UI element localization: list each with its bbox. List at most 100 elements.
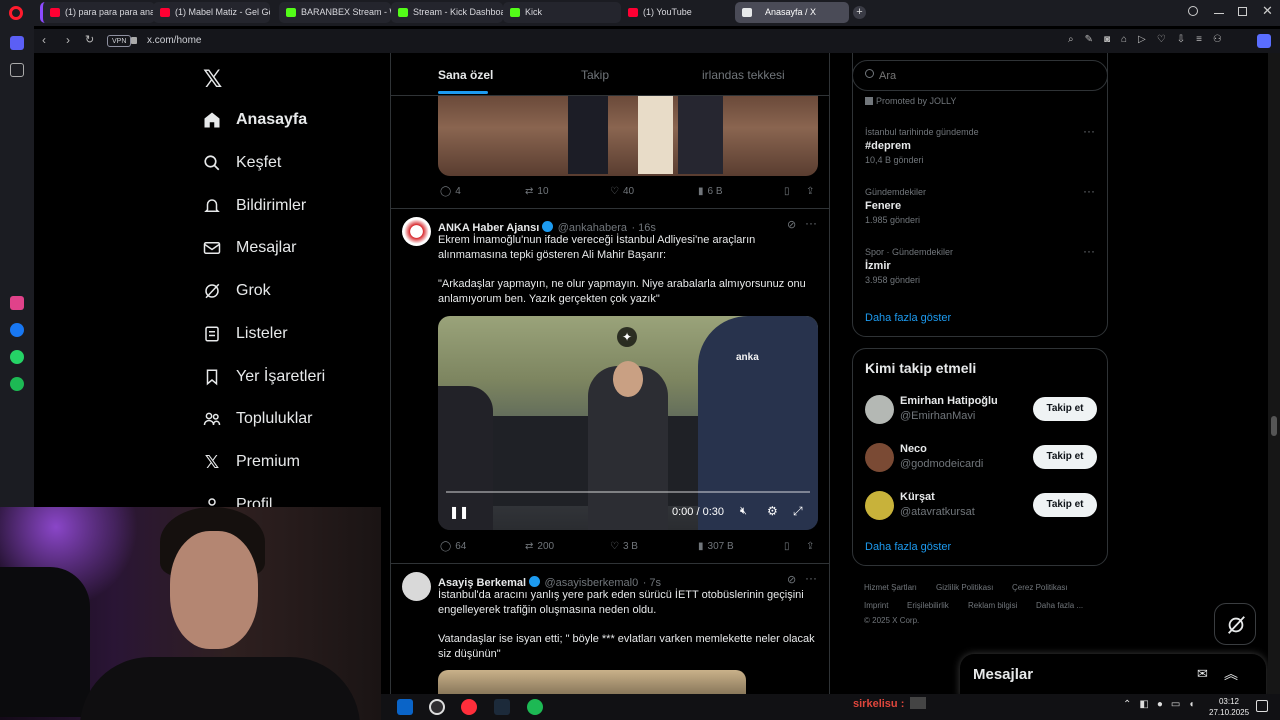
- star-icon[interactable]: [10, 63, 24, 77]
- tab-search-icon[interactable]: [1188, 6, 1198, 16]
- mute-icon[interactable]: 🔇︎: [740, 505, 747, 518]
- footer-link[interactable]: Reklam bilgisi: [968, 601, 1017, 610]
- follow-button[interactable]: Takip et: [1033, 493, 1097, 517]
- follow-suggestion[interactable]: Neco @godmodeicardi Takip et: [853, 441, 1107, 477]
- tab-following[interactable]: Takip: [581, 68, 609, 82]
- maximize-button[interactable]: [1238, 7, 1247, 16]
- home-icon[interactable]: [10, 36, 24, 50]
- grok-icon[interactable]: ⊘: [787, 573, 796, 586]
- show-more-follow-link[interactable]: Daha fazla göster: [865, 541, 951, 553]
- new-message-icon[interactable]: ✉: [1197, 666, 1208, 682]
- aria-icon[interactable]: [10, 296, 24, 310]
- opera-logo-icon[interactable]: [9, 6, 23, 20]
- minimize-button[interactable]: [1214, 13, 1224, 14]
- extensions-icon[interactable]: [1257, 34, 1271, 48]
- footer-link[interactable]: Imprint: [864, 601, 888, 610]
- follow-button[interactable]: Takip et: [1033, 445, 1097, 469]
- grok-floating-button[interactable]: [1214, 603, 1256, 645]
- retweet-button[interactable]: ⇄ 10: [525, 186, 549, 197]
- nav-home[interactable]: Anasayfa: [202, 105, 307, 135]
- tab-for-you[interactable]: Sana özel: [438, 68, 493, 82]
- spotify-icon[interactable]: [10, 377, 24, 391]
- avatar[interactable]: [402, 217, 431, 246]
- browser-tab[interactable]: Stream - Kick Dashboard: [391, 2, 503, 23]
- clock[interactable]: 03:12 27.10.2025: [1209, 696, 1249, 718]
- scrollbar-thumb[interactable]: [1271, 416, 1277, 436]
- trend-item[interactable]: Gündemdekiler Fenere 1.985 gönderi: [865, 187, 1095, 225]
- grok-icon[interactable]: ⊘: [787, 218, 796, 231]
- reply-button[interactable]: ◯ 4: [440, 186, 461, 197]
- fullscreen-icon[interactable]: ⤢: [793, 504, 803, 519]
- bookmark-button[interactable]: ▯: [784, 541, 790, 552]
- nav-explore[interactable]: Keşfet: [202, 148, 281, 178]
- bookmark-button[interactable]: ▯: [784, 186, 790, 197]
- reply-button[interactable]: ◯ 64: [440, 541, 466, 552]
- vpn-badge[interactable]: VPN: [107, 35, 132, 47]
- tweet-image[interactable]: [438, 670, 746, 694]
- obs-icon[interactable]: [429, 699, 445, 715]
- notification-icon[interactable]: [1256, 700, 1268, 712]
- retweet-button[interactable]: ⇄ 200: [525, 541, 554, 552]
- tab-community[interactable]: irlandas tekkesi: [702, 68, 785, 82]
- nav-notifications[interactable]: Bildirimler: [202, 191, 306, 221]
- trend-item[interactable]: İstanbul tarihinde gündemde #deprem 10,4…: [865, 127, 1095, 165]
- nav-communities[interactable]: Topluluklar: [202, 404, 312, 434]
- share-button[interactable]: ⇪: [806, 186, 814, 197]
- more-icon[interactable]: ···: [1083, 244, 1095, 258]
- footer-link[interactable]: Gizlilik Politikası: [936, 583, 993, 592]
- nav-lists[interactable]: Listeler: [202, 319, 288, 349]
- more-icon[interactable]: ···: [805, 216, 817, 230]
- follow-suggestion[interactable]: Kürşat @atavratkursat Takip et: [853, 489, 1107, 525]
- grok-explain-icon[interactable]: ✦: [617, 327, 637, 347]
- like-button[interactable]: ♡ 40: [610, 186, 634, 197]
- like-button[interactable]: ♡ 3 B: [610, 541, 638, 552]
- spotify-icon[interactable]: [527, 699, 543, 715]
- system-tray-icons[interactable]: ⌃◧●▭◖: [1123, 699, 1202, 710]
- nav-messages[interactable]: Mesajlar: [202, 233, 296, 263]
- browser-tab[interactable]: (1) para para para anatolia: [40, 2, 155, 23]
- trend-item[interactable]: Spor · Gündemdekiler İzmir 3.958 gönderi: [865, 247, 1095, 285]
- browser-tab[interactable]: Kick: [503, 2, 621, 23]
- video-progress-track[interactable]: [446, 491, 810, 493]
- more-icon[interactable]: ···: [1083, 184, 1095, 198]
- settings-icon[interactable]: ⚙: [767, 504, 778, 518]
- opera-gx-icon[interactable]: [461, 699, 477, 715]
- whatsapp-icon[interactable]: [10, 350, 24, 364]
- outlook-icon[interactable]: [397, 699, 413, 715]
- nav-grok[interactable]: Grok: [202, 276, 271, 306]
- views-button[interactable]: ▮ 307 B: [698, 541, 734, 552]
- url-field[interactable]: x.com/home: [147, 35, 201, 46]
- avatar[interactable]: [402, 572, 431, 601]
- follow-suggestion[interactable]: Emirhan Hatipoğlu @EmirhanMavi Takip et: [853, 393, 1107, 429]
- reload-icon[interactable]: ↻: [85, 33, 94, 46]
- close-window-button[interactable]: ✕: [1262, 3, 1273, 19]
- nav-bookmarks[interactable]: Yer İşaretleri: [202, 362, 325, 392]
- share-button[interactable]: ⇪: [806, 541, 814, 552]
- forward-icon[interactable]: ›: [66, 33, 70, 47]
- footer-link[interactable]: Hizmet Şartları: [864, 583, 917, 592]
- back-icon[interactable]: ‹: [42, 33, 46, 47]
- messages-drawer[interactable]: Mesajlar ✉ ︽: [960, 654, 1266, 694]
- expand-icon[interactable]: ︽: [1224, 664, 1238, 684]
- tweet-video[interactable]: anka ✦ ❚❚ 0:00 / 0:30 🔇︎ ⚙ ⤢: [438, 316, 818, 530]
- browser-tab-active[interactable]: Anasayfa / X: [735, 2, 849, 23]
- browser-tab[interactable]: (1) YouTube: [621, 2, 733, 23]
- more-icon[interactable]: ···: [805, 571, 817, 585]
- nav-premium[interactable]: 𝕏 Premium: [202, 447, 300, 477]
- views-button[interactable]: ▮ 6 B: [698, 186, 723, 197]
- new-tab-button[interactable]: +: [853, 6, 866, 19]
- tweet-image[interactable]: [438, 96, 818, 176]
- footer-link[interactable]: Erişilebilirlik: [907, 601, 949, 610]
- messenger-icon[interactable]: [10, 323, 24, 337]
- footer-link[interactable]: Çerez Politikası: [1012, 583, 1068, 592]
- more-icon[interactable]: ···: [1083, 124, 1095, 138]
- footer-link[interactable]: Daha fazla ...: [1036, 601, 1083, 610]
- show-more-trends-link[interactable]: Daha fazla göster: [865, 312, 951, 324]
- terminal-icon[interactable]: [494, 699, 510, 715]
- play-pause-icon[interactable]: ❚❚: [449, 505, 469, 519]
- x-logo-icon[interactable]: 𝕏: [203, 65, 222, 94]
- page-scrollbar[interactable]: [1268, 53, 1280, 694]
- browser-tab[interactable]: BARANBEX Stream - Watc: [279, 2, 391, 23]
- browser-tab[interactable]: (1) Mabel Matiz - Gel Göre: [153, 2, 270, 23]
- follow-button[interactable]: Takip et: [1033, 397, 1097, 421]
